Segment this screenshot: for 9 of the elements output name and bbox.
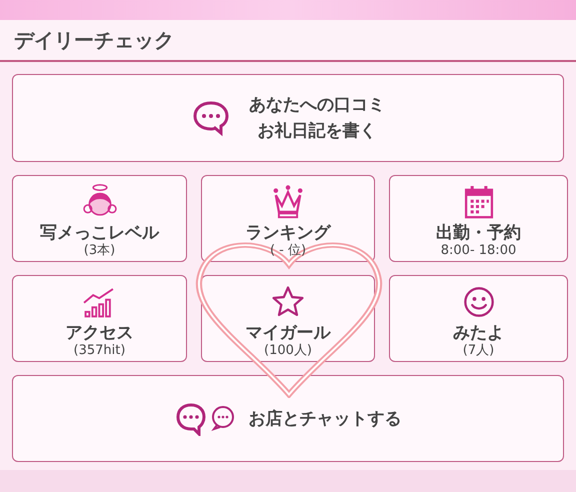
menu-tile[interactable]: 出勤・予約 8:00- 18:00 (389, 175, 568, 262)
section-title: デイリーチェック (14, 26, 174, 54)
menu-tile[interactable]: 写メっこレベル (3本) (12, 175, 187, 262)
chat-button[interactable]: お店とチャットする (12, 375, 564, 462)
review-button[interactable]: あなたへの口コミ お礼日記を書く (12, 74, 564, 162)
menu-tile[interactable]: ランキング ( - 位) (201, 175, 375, 262)
menu-tile[interactable]: みたよ (7人) (389, 275, 568, 362)
menu-tile[interactable]: アクセス (357hit) (12, 275, 187, 362)
menu-tile[interactable]: マイガール (100人) (201, 275, 375, 362)
